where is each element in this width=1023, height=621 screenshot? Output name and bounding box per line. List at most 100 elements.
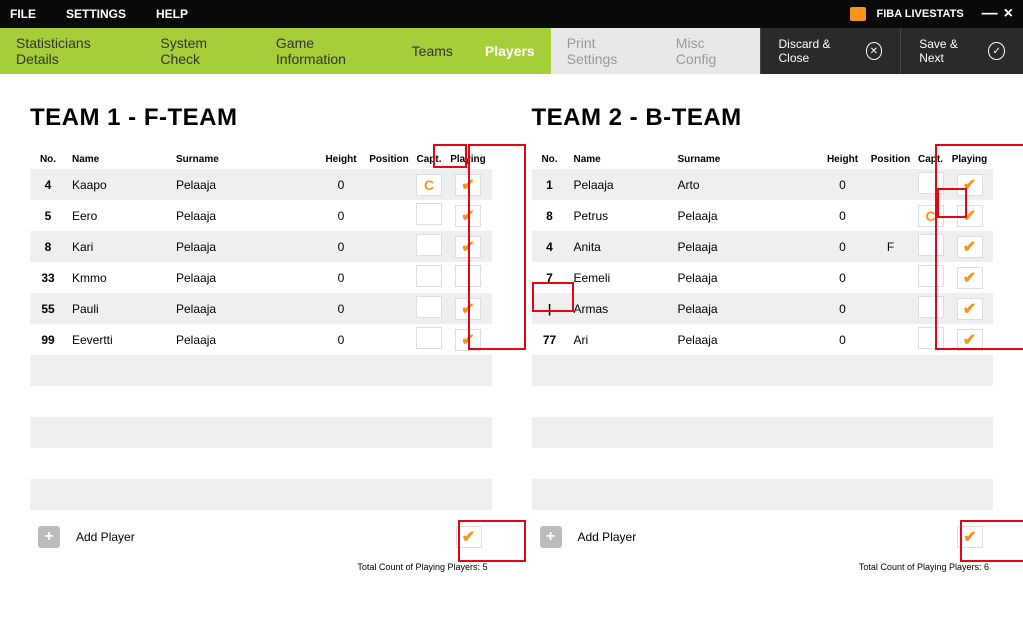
captain-toggle[interactable] [918,296,944,318]
player-no[interactable]: 5 [30,209,66,223]
player-name[interactable]: Petrus [568,209,678,223]
player-surname[interactable]: Pelaaja [176,302,316,316]
player-no[interactable]: 4 [532,240,568,254]
player-no[interactable]: 8 [30,240,66,254]
player-height[interactable]: 0 [316,271,366,285]
discard-close-button[interactable]: Discard & Close ✕ [760,28,901,74]
captain-toggle[interactable] [918,327,944,349]
player-row[interactable]: 7EemeliPelaaja0✔ [532,262,994,293]
player-row[interactable]: 5EeroPelaaja0 ✔ [30,200,492,231]
player-surname[interactable]: Arto [678,178,818,192]
player-height[interactable]: 0 [316,302,366,316]
player-no[interactable]: 77 [532,333,568,347]
player-name[interactable]: Kmmo [66,271,176,285]
player-surname[interactable]: Pelaaja [176,209,316,223]
team1-add-playing-toggle[interactable]: ✔ [456,526,482,548]
playing-toggle[interactable]: ✔ [957,329,983,351]
player-height[interactable]: 0 [316,209,366,223]
player-no[interactable]: 33 [30,271,66,285]
playing-toggle[interactable]: ✔ [957,174,983,196]
player-height[interactable]: 0 [818,209,868,223]
minimize-icon[interactable]: — [982,5,998,23]
player-name[interactable]: Armas [568,302,678,316]
tab-print-settings[interactable]: Print Settings [551,28,660,74]
playing-toggle[interactable] [455,265,481,287]
player-no[interactable]: 4 [30,178,66,192]
player-name[interactable]: Eero [66,209,176,223]
player-name[interactable]: Eevertti [66,333,176,347]
playing-toggle[interactable]: ✔ [455,174,481,196]
player-name[interactable]: Eemeli [568,271,678,285]
captain-toggle[interactable] [416,265,442,287]
captain-toggle[interactable]: C [918,205,944,227]
player-height[interactable]: 0 [316,178,366,192]
player-surname[interactable]: Pelaaja [176,271,316,285]
player-position[interactable]: F [868,240,914,254]
player-row[interactable]: 4KaapoPelaaja0 C ✔ [30,169,492,200]
save-next-button[interactable]: Save & Next ✓ [900,28,1023,74]
player-height[interactable]: 0 [818,271,868,285]
player-no[interactable]: 99 [30,333,66,347]
tab-statisticians[interactable]: Statisticians Details [0,28,144,74]
player-row[interactable]: 4AnitaPelaaja0F ✔ [532,231,994,262]
menu-help[interactable]: HELP [156,7,188,21]
menu-settings[interactable]: SETTINGS [66,7,126,21]
playing-toggle[interactable]: ✔ [455,236,481,258]
player-row[interactable]: 1PelaajaArto0 ✔ [532,169,994,200]
player-name[interactable]: Kaapo [66,178,176,192]
close-icon[interactable]: × [1004,5,1013,23]
playing-toggle[interactable]: ✔ [957,236,983,258]
player-row[interactable]: 33KmmoPelaaja0 [30,262,492,293]
player-surname[interactable]: Pelaaja [678,333,818,347]
player-no[interactable]: 1 [532,178,568,192]
player-surname[interactable]: Pelaaja [176,240,316,254]
captain-toggle[interactable] [918,172,944,194]
player-surname[interactable]: Pelaaja [678,302,818,316]
team1-add-player-button[interactable]: + [38,526,60,548]
captain-toggle[interactable] [416,327,442,349]
tab-teams[interactable]: Teams [396,28,469,74]
player-row[interactable]: |ArmasPelaaja0 ✔ [532,293,994,324]
player-name[interactable]: Pelaaja [568,178,678,192]
player-height[interactable]: 0 [818,302,868,316]
player-no[interactable]: | [532,302,568,316]
captain-toggle[interactable] [918,265,944,287]
tab-players[interactable]: Players [469,28,551,74]
playing-toggle[interactable]: ✔ [455,205,481,227]
tab-system-check[interactable]: System Check [144,28,260,74]
playing-toggle[interactable]: ✔ [957,267,983,289]
team2-add-playing-toggle[interactable]: ✔ [957,526,983,548]
player-surname[interactable]: Pelaaja [678,240,818,254]
captain-toggle[interactable] [416,203,442,225]
player-no[interactable]: 8 [532,209,568,223]
player-name[interactable]: Pauli [66,302,176,316]
player-row[interactable]: 77AriPelaaja0 ✔ [532,324,994,355]
playing-toggle[interactable]: ✔ [455,298,481,320]
player-row[interactable]: 8KariPelaaja0 ✔ [30,231,492,262]
player-height[interactable]: 0 [316,240,366,254]
player-surname[interactable]: Pelaaja [678,209,818,223]
player-row[interactable]: 8PetrusPelaaja0 C ✔ [532,200,994,231]
player-name[interactable]: Kari [66,240,176,254]
captain-toggle[interactable] [416,234,442,256]
player-height[interactable]: 0 [316,333,366,347]
player-no[interactable]: 55 [30,302,66,316]
tab-misc-config[interactable]: Misc Config [660,28,760,74]
player-row[interactable]: 99EeverttiPelaaja0 ✔ [30,324,492,355]
playing-toggle[interactable]: ✔ [455,329,481,351]
menu-file[interactable]: FILE [10,7,36,21]
tab-game-info[interactable]: Game Information [260,28,396,74]
playing-toggle[interactable]: ✔ [957,298,983,320]
player-height[interactable]: 0 [818,333,868,347]
captain-toggle[interactable] [918,234,944,256]
player-row[interactable]: 55PauliPelaaja0 ✔ [30,293,492,324]
player-height[interactable]: 0 [818,240,868,254]
player-name[interactable]: Anita [568,240,678,254]
player-name[interactable]: Ari [568,333,678,347]
player-surname[interactable]: Pelaaja [176,333,316,347]
player-height[interactable]: 0 [818,178,868,192]
playing-toggle[interactable]: ✔ [957,205,983,227]
player-surname[interactable]: Pelaaja [678,271,818,285]
captain-toggle[interactable]: C [416,174,442,196]
player-surname[interactable]: Pelaaja [176,178,316,192]
